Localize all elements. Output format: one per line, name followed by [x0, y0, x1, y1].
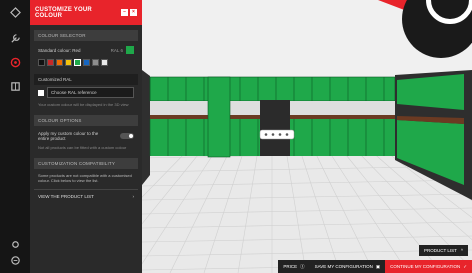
product-list-link-label: VIEW THE PRODUCT LIST: [38, 194, 94, 199]
apply-toggle[interactable]: [120, 133, 134, 139]
colour-swatch[interactable]: [101, 59, 108, 66]
colour-swatch[interactable]: [65, 59, 72, 66]
colour-code: RAL 6: [110, 47, 123, 53]
continue-configuration-button[interactable]: CONTINUE MY CONFIGURATION ✓: [385, 260, 472, 273]
colour-options-section: COLOUR OPTIONS Apply my custom colour to…: [34, 115, 138, 152]
minimize-button[interactable]: –: [121, 9, 128, 16]
product-list-label: PRODUCT LIST: [423, 248, 457, 253]
apply-row: Apply my custom colour to the entire pro…: [34, 129, 138, 143]
ral-input[interactable]: Choose RAL reference: [47, 87, 134, 98]
check-icon: ✓: [463, 263, 467, 269]
current-colour-chip: [126, 46, 134, 54]
colour-label: Standard colour: Red: [38, 47, 81, 53]
apply-note: Not all products can be fitted with a cu…: [38, 145, 127, 150]
3d-viewport[interactable]: PRODUCT LIST ^ PRICE ⓘ SAVE MY CONFIGURA…: [142, 0, 472, 273]
colour-swatch[interactable]: [38, 59, 45, 66]
compatibility-text: Some products are not compatible with a …: [38, 173, 132, 183]
rail-settings-icon[interactable]: [6, 236, 24, 252]
arrow-right-icon: ›: [132, 194, 135, 199]
continue-label: CONTINUE MY CONFIGURATION: [390, 264, 461, 269]
rail-share-icon[interactable]: [6, 252, 24, 268]
custom-ral-label: Customized RAL: [34, 74, 138, 85]
colour-selector-section: COLOUR SELECTOR Standard colour: Red RAL…: [34, 30, 138, 69]
colour-swatch[interactable]: [56, 59, 63, 66]
colour-swatch[interactable]: [74, 59, 81, 66]
ral-checkbox[interactable]: [38, 89, 44, 96]
colour-swatch[interactable]: [92, 59, 99, 66]
rail-colour-icon[interactable]: [6, 54, 24, 70]
price-button[interactable]: PRICE ⓘ: [278, 260, 310, 273]
ral-note: Your custom colour will be displayed in …: [38, 102, 129, 107]
rail-layout-icon[interactable]: [6, 78, 24, 94]
apply-text: Apply my custom colour to the entire pro…: [38, 131, 99, 141]
colour-label-row: Standard colour: Red RAL 6: [34, 44, 138, 56]
save-icon: ▣: [375, 263, 381, 269]
custom-ral-section: Customized RAL Choose RAL reference Your…: [34, 74, 138, 109]
colour-swatch[interactable]: [47, 59, 54, 66]
colour-selector-heading: COLOUR SELECTOR: [34, 30, 138, 41]
badge-ring-icon: [426, 0, 472, 24]
ral-input-row: Choose RAL reference: [34, 85, 138, 100]
colour-swatches: [34, 56, 138, 69]
price-label: PRICE: [283, 264, 298, 269]
panel-title: CUSTOMIZE YOUR COLOUR: [35, 6, 92, 19]
compatibility-section: CUSTOMIZATION COMPATIBILITY Some product…: [34, 158, 138, 203]
bottom-bar: PRICE ⓘ SAVE MY CONFIGURATION ▣ CONTINUE…: [278, 260, 472, 273]
colour-options-heading: COLOUR OPTIONS: [34, 115, 138, 126]
configurator-app: CUSTOMIZE YOUR COLOUR – × COLOUR SELECTO…: [0, 0, 472, 273]
close-button[interactable]: ×: [130, 9, 137, 16]
save-configuration-button[interactable]: SAVE MY CONFIGURATION ▣: [309, 260, 386, 273]
rail-home-icon[interactable]: [6, 4, 24, 20]
tool-rail: [0, 0, 30, 273]
colour-swatch[interactable]: [83, 59, 90, 66]
info-icon: ⓘ: [300, 263, 305, 269]
save-label: SAVE MY CONFIGURATION: [314, 264, 373, 269]
product-list-button[interactable]: PRODUCT LIST ^: [418, 245, 468, 256]
chevron-up-icon: ^: [460, 248, 463, 253]
colour-panel: CUSTOMIZE YOUR COLOUR – × COLOUR SELECTO…: [30, 0, 142, 273]
rail-tools-icon[interactable]: [6, 30, 24, 46]
product-list-link[interactable]: VIEW THE PRODUCT LIST ›: [34, 189, 138, 203]
panel-header: CUSTOMIZE YOUR COLOUR – ×: [30, 0, 142, 25]
compatibility-heading: CUSTOMIZATION COMPATIBILITY: [34, 158, 138, 169]
